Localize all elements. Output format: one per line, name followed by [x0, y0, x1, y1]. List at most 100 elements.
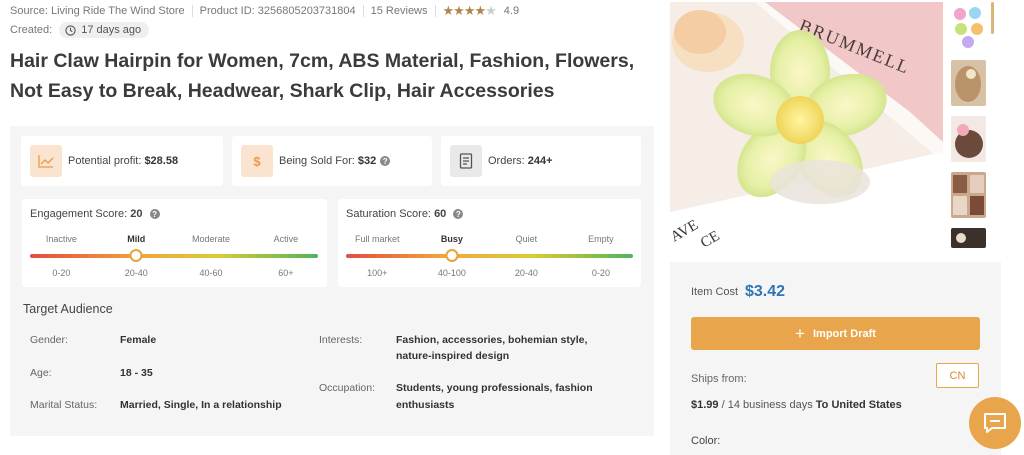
- star-icon: ★: [463, 3, 476, 18]
- saturation-score-knob: [445, 249, 459, 262]
- engagement-gradient-bar: [30, 254, 318, 258]
- occupation-label: Occupation:: [319, 382, 376, 394]
- saturation-level-label: Empty: [588, 234, 614, 244]
- thumbnail-image[interactable]: [951, 60, 986, 106]
- chat-bubble-icon: [984, 413, 1006, 433]
- ships-from-label: Ships from:: [691, 373, 747, 385]
- trend-chart-icon: [30, 145, 62, 177]
- star-icon: ★: [474, 3, 486, 18]
- saturation-level-label: Quiet: [515, 234, 538, 244]
- source-store-link[interactable]: Source: Living Ride The Wind Store: [10, 5, 185, 17]
- divider: [362, 5, 364, 17]
- clock-icon: [65, 24, 76, 36]
- engagement-level-label: Moderate: [192, 234, 231, 244]
- gender-value: Female: [120, 334, 157, 346]
- thumbnail-image[interactable]: [951, 228, 986, 248]
- orders-label: Orders:: [488, 155, 525, 167]
- saturation-range-label: 0-20: [591, 268, 610, 278]
- saturation-score-card: Saturation Score: 60 ? Full market 100+ Bu…: [338, 199, 641, 287]
- shipping-price: $1.99: [691, 399, 719, 411]
- interests-value-line2: nature-inspired design: [396, 350, 510, 362]
- orders-card: Orders: 244+: [441, 136, 641, 186]
- engagement-range-label: 40-60: [199, 268, 223, 278]
- color-label: Color:: [691, 435, 721, 447]
- plus-icon: +: [795, 324, 805, 343]
- engagement-level-label: Mild: [127, 234, 146, 244]
- saturation-label: Saturation Score:: [346, 208, 431, 220]
- divider: [191, 5, 193, 17]
- sold-for-card: $ Being Sold For: $32 ?: [232, 136, 432, 186]
- gender-label: Gender:: [30, 334, 68, 346]
- profit-label: Potential profit:: [68, 155, 142, 167]
- engagement-range-label: 0-20: [52, 268, 71, 278]
- saturation-range-label: 100+: [367, 268, 388, 278]
- product-meta: Source: Living Ride The Wind Store Produ…: [10, 3, 520, 19]
- saturation-level-label: Full market: [355, 234, 400, 244]
- age-label: Age:: [30, 367, 52, 379]
- import-draft-button[interactable]: + Import Draft: [691, 317, 980, 350]
- created-chip: 17 days ago: [59, 22, 150, 38]
- marital-value: Married, Single, In a relationship: [120, 399, 282, 411]
- engagement-range-label: 60+: [278, 268, 294, 278]
- shipping-days: / 14 business days: [721, 399, 813, 411]
- star-icon: ★: [453, 3, 465, 18]
- profit-value: $28.58: [144, 155, 179, 167]
- thumbnail-scrollbar[interactable]: [991, 2, 994, 34]
- product-id: Product ID: 3256805203731804: [199, 5, 356, 17]
- help-icon[interactable]: ?: [453, 209, 464, 220]
- target-audience-title: Target Audience: [23, 302, 113, 316]
- saturation-level-label: Busy: [440, 234, 463, 244]
- divider: [434, 5, 436, 17]
- thumbnail-image[interactable]: [951, 116, 986, 162]
- product-photo: BRUMMELL AVE CE: [670, 2, 943, 250]
- help-icon[interactable]: ?: [380, 156, 391, 166]
- product-main-image[interactable]: BRUMMELL AVE CE: [670, 2, 943, 250]
- thumbnail-image[interactable]: [951, 172, 986, 218]
- item-cost-value: $3.42: [745, 283, 786, 300]
- orders-value: 244+: [527, 155, 553, 167]
- rating-value: 4.9: [503, 5, 520, 17]
- saturation-title: Saturation Score: 60 ?: [346, 208, 464, 220]
- occupation-value-line2: enthusiasts: [396, 399, 455, 411]
- engagement-score-card: Engagement Score: 20 ? Inactive 0-20 Mild 2…: [22, 199, 327, 287]
- engagement-title: Engagement Score: 20 ?: [30, 208, 160, 220]
- saturation-range-label: 40-100: [437, 268, 466, 278]
- shipping-destination: To United States: [815, 399, 902, 411]
- engagement-score-knob: [129, 249, 143, 262]
- marital-label: Marital Status:: [30, 399, 98, 411]
- occupation-value-line1: Students, young professionals, fashion: [396, 382, 593, 394]
- product-title: Hair Claw Hairpin for Women, 7cm, ABS Ma…: [10, 50, 635, 102]
- created-row: Created: 17 days ago: [10, 22, 150, 38]
- rating-stars: ★ ★ ★ ★ ★: [443, 3, 497, 19]
- insights-panel: Potential profit: $28.58 $ Being Sold Fo…: [10, 126, 654, 436]
- sold-label: Being Sold For:: [279, 155, 355, 167]
- created-value: 17 days ago: [81, 24, 142, 36]
- engagement-level-label: Inactive: [45, 234, 77, 244]
- engagement-level-label: Active: [273, 234, 299, 244]
- saturation-range-label: 20-40: [514, 268, 538, 278]
- product-page: Source: Living Ride The Wind Store Produ…: [0, 0, 1024, 455]
- ships-from-option-cn[interactable]: CN: [936, 363, 979, 388]
- saturation-gradient-bar: [346, 254, 633, 258]
- purchase-panel: Item Cost $3.42 + Import Draft Ships fro…: [670, 262, 1001, 455]
- import-draft-label: Import Draft: [812, 327, 876, 340]
- image-thumbnails: [951, 4, 987, 258]
- created-label: Created:: [10, 24, 53, 36]
- help-icon[interactable]: ?: [149, 209, 160, 220]
- potential-profit-card: Potential profit: $28.58: [21, 136, 223, 186]
- interests-value-line1: Fashion, accessories, bohemian style,: [396, 334, 588, 346]
- interests-label: Interests:: [319, 334, 363, 346]
- reviews-link[interactable]: 15 Reviews: [371, 5, 428, 17]
- saturation-value: 60: [434, 208, 447, 220]
- shipping-info: $1.99 / 14 business days To United State…: [691, 399, 902, 411]
- dollar-icon: $: [241, 145, 273, 177]
- sold-value: $32: [357, 155, 377, 167]
- age-value: 18 - 35: [120, 367, 153, 379]
- item-cost-label: Item Cost: [691, 286, 739, 298]
- star-icon: ★: [485, 3, 497, 18]
- engagement-label: Engagement Score:: [30, 208, 128, 220]
- receipt-icon: [450, 145, 482, 177]
- thumbnail-image[interactable]: [951, 4, 986, 50]
- chat-support-button[interactable]: [969, 397, 1021, 449]
- engagement-value: 20: [130, 208, 143, 220]
